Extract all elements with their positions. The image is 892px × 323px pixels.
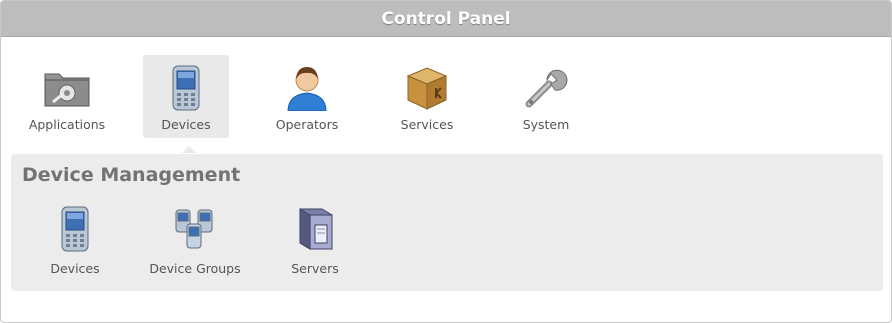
- section-item-device-groups-label: Device Groups: [149, 261, 241, 276]
- control-panel-window: Control Panel Applications Devices Opera…: [0, 0, 892, 323]
- nav-label-operators: Operators: [275, 117, 339, 132]
- nav-item-services[interactable]: Services: [384, 55, 470, 138]
- nav-item-operators[interactable]: Operators: [264, 55, 350, 138]
- server-icon: [291, 204, 339, 254]
- nav-label-devices: Devices: [161, 117, 211, 132]
- section-item-devices-label: Devices: [50, 261, 100, 276]
- device-group-icon: [171, 204, 219, 254]
- section-item-devices[interactable]: Devices: [25, 204, 125, 279]
- section-item-device-groups[interactable]: Device Groups: [145, 204, 245, 279]
- operator-person-icon: [283, 65, 331, 111]
- nav-label-services: Services: [400, 117, 454, 132]
- top-navigation: Applications Devices Operators Services …: [1, 37, 891, 147]
- pda-device-icon: [51, 204, 99, 254]
- nav-item-system[interactable]: System: [503, 55, 589, 138]
- nav-label-applications: Applications: [28, 117, 106, 132]
- applications-folder-gear-icon: [43, 65, 91, 111]
- nav-item-devices[interactable]: Devices: [143, 55, 229, 138]
- window-title: Control Panel: [381, 8, 511, 29]
- window-title-bar: Control Panel: [1, 1, 891, 37]
- section-title: Device Management: [22, 164, 241, 186]
- device-management-section: Device Management Devices Device Groups …: [11, 154, 883, 291]
- pda-device-icon: [162, 65, 210, 111]
- section-item-servers[interactable]: Servers: [265, 204, 365, 279]
- section-item-servers-label: Servers: [291, 261, 339, 276]
- wrench-icon: [522, 65, 570, 111]
- nav-item-applications[interactable]: Applications: [24, 55, 110, 138]
- nav-label-system: System: [522, 117, 570, 132]
- services-box-icon: [403, 65, 451, 111]
- selection-pointer: [182, 146, 196, 153]
